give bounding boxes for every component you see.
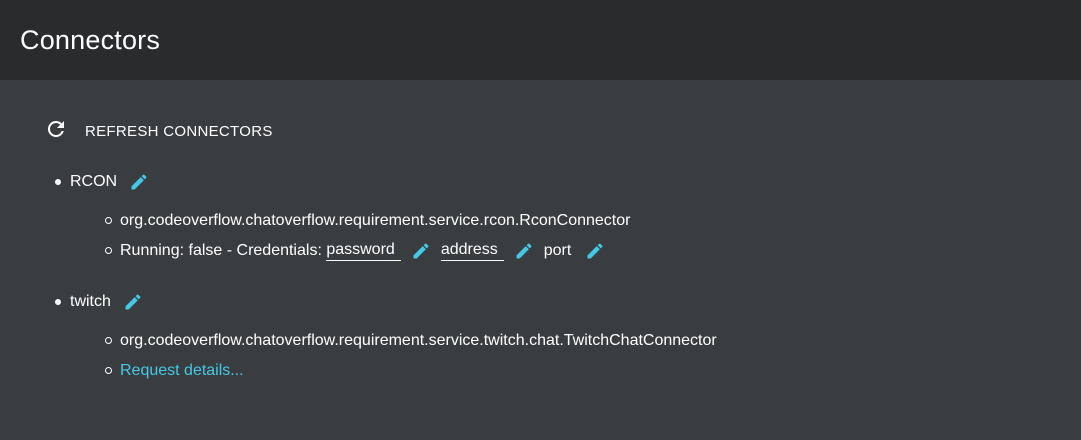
connector-item-twitch: twitch org.codeoverflow.chatoverflow.req… [44, 292, 1081, 386]
connector-class-name: org.codeoverflow.chatoverflow.requiremen… [120, 332, 717, 349]
list-bullet [55, 299, 61, 305]
credential-port: port [543, 242, 572, 259]
edit-port-icon[interactable] [585, 241, 605, 261]
app-header: Connectors [0, 0, 1081, 80]
edit-address-icon[interactable] [514, 241, 534, 261]
list-item: org.codeoverflow.chatoverflow.requiremen… [70, 206, 1081, 236]
list-item: org.codeoverflow.chatoverflow.requiremen… [70, 326, 1081, 356]
list-bullet [105, 337, 112, 344]
request-details-link[interactable]: Request details... [120, 362, 244, 380]
refresh-connectors-label: REFRESH CONNECTORS [85, 122, 273, 140]
main-content: REFRESH CONNECTORS RCON org.codeoverflow… [0, 80, 1081, 386]
connector-class-name: org.codeoverflow.chatoverflow.requiremen… [120, 212, 631, 229]
connector-details: org.codeoverflow.chatoverflow.requiremen… [70, 206, 1081, 266]
connector-list: RCON org.codeoverflow.chatoverflow.requi… [44, 172, 1081, 386]
list-item: Request details... [70, 356, 1081, 386]
list-item: Running: false - Credentials: password a… [70, 236, 1081, 266]
list-bullet [105, 367, 112, 374]
page-title: Connectors [20, 24, 161, 55]
refresh-icon [44, 117, 68, 146]
credential-password: password [326, 241, 401, 261]
edit-connector-name-icon[interactable] [129, 172, 149, 192]
connector-name: RCON [70, 173, 118, 190]
list-bullet [105, 217, 112, 224]
list-bullet [55, 179, 61, 185]
connector-item-rcon: RCON org.codeoverflow.chatoverflow.requi… [44, 172, 1081, 266]
list-bullet [105, 247, 112, 254]
edit-connector-name-icon[interactable] [123, 292, 143, 312]
refresh-connectors-button[interactable]: REFRESH CONNECTORS [44, 116, 1081, 146]
credential-address: address [440, 241, 504, 261]
connector-details: org.codeoverflow.chatoverflow.requiremen… [70, 326, 1081, 386]
edit-password-icon[interactable] [411, 241, 431, 261]
connector-name: twitch [70, 293, 111, 310]
status-text: Running: false - Credentials: [120, 242, 327, 259]
